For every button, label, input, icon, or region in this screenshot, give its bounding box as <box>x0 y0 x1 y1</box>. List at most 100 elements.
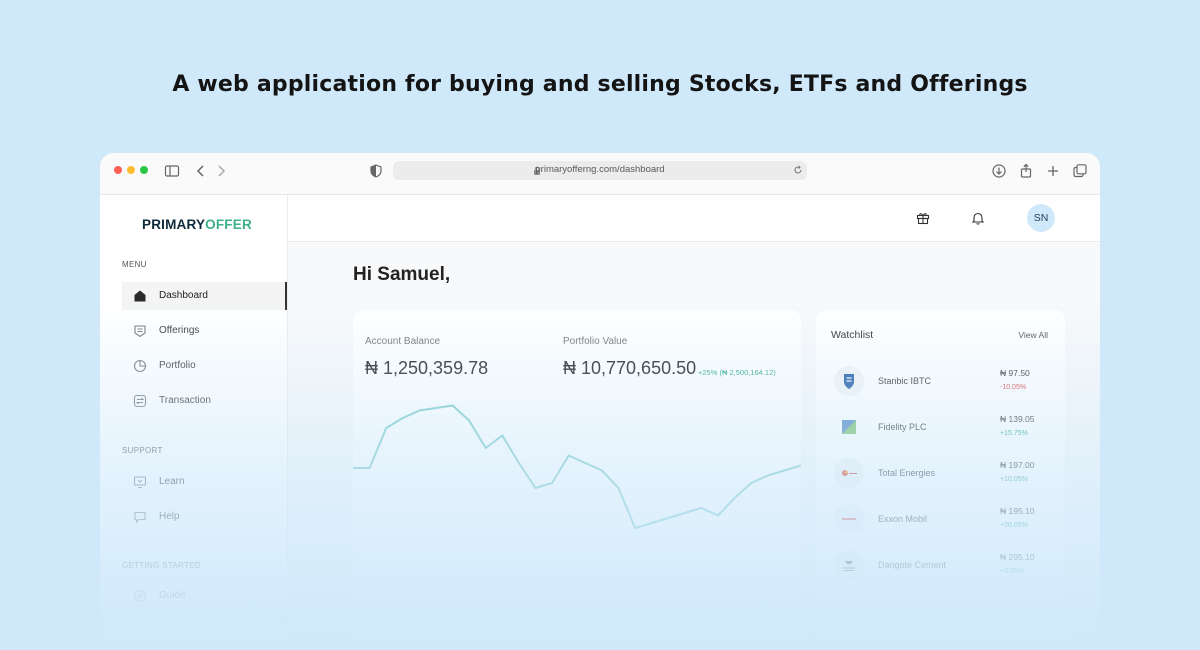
chart-point-1 <box>368 467 371 469</box>
chart-point-16 <box>617 487 620 489</box>
brand-logo[interactable]: PRIMARYOFFER <box>142 217 252 232</box>
account-balance-label: Account Balance <box>365 336 441 347</box>
portfolio-line-chart <box>353 404 801 529</box>
chart-point-18 <box>650 522 653 524</box>
back-icon[interactable] <box>193 163 209 179</box>
pie-chart-icon <box>133 359 147 373</box>
sidebar-item-learn[interactable]: Learn <box>122 468 287 496</box>
app-topbar: SN <box>288 195 1100 242</box>
sidebar-item-guide[interactable]: Guide <box>122 582 287 610</box>
new-tab-icon[interactable] <box>1045 163 1061 179</box>
chart-point-25 <box>767 474 769 477</box>
stock-price: ₦ 295.10 <box>1000 552 1035 562</box>
stanbic-logo-icon <box>834 366 864 396</box>
url-text: primaryofferng.com/dashboard <box>535 164 665 175</box>
sidebar-item-label: Learn <box>159 476 185 487</box>
bell-icon[interactable] <box>971 211 985 225</box>
watchlist-card: Watchlist View All Stanbic IBTC ₦ 97.50 … <box>816 310 1065 650</box>
sidebar-item-portfolio[interactable]: Portfolio <box>122 352 287 380</box>
chart-point-13 <box>567 454 570 457</box>
chart-point-6 <box>451 404 454 407</box>
chart-point-20 <box>684 512 686 514</box>
browser-titlebar: primaryofferng.com/dashboard <box>100 153 1100 195</box>
sidebar-item-label: Transaction <box>159 395 211 406</box>
stock-price: ₦ 195.10 <box>1000 506 1035 516</box>
dangote-cement-logo-icon <box>834 550 864 580</box>
address-bar[interactable]: primaryofferng.com/dashboard <box>393 161 807 180</box>
sidebar: PRIMARYOFFER MENU Dashboard Offerings Po… <box>100 195 288 650</box>
brand-part-1: PRIMARY <box>142 217 206 232</box>
offerings-icon <box>134 325 146 338</box>
sidebar-item-label: Portfolio <box>159 360 196 371</box>
close-window-button[interactable] <box>114 166 122 174</box>
sidebar-item-label: Dashboard <box>159 290 208 301</box>
sidebar-item-offerings[interactable]: Offerings <box>122 317 287 345</box>
chart-point-7 <box>468 419 470 422</box>
reload-icon[interactable] <box>793 165 803 175</box>
stock-change: -10.05% <box>1000 384 1027 391</box>
chart-point-24 <box>750 482 752 484</box>
portfolio-change: +25% (₦ 2,500,164.12) <box>698 368 776 377</box>
exxon-mobil-logo-icon <box>834 504 864 534</box>
support-section-label: SUPPORT <box>122 446 163 455</box>
chart-point-11 <box>534 487 537 489</box>
watchlist-row-exxon[interactable]: Exxon Mobil ₦ 195.10 +20.05% <box>816 504 1065 550</box>
avatar[interactable]: SN <box>1027 204 1055 232</box>
chart-point-5 <box>435 407 437 409</box>
home-icon <box>134 290 146 302</box>
stock-change: +3.05% <box>1000 568 1024 575</box>
chart-point-3 <box>402 417 404 419</box>
maximize-window-button[interactable] <box>140 166 148 174</box>
headline: A web application for buying and selling… <box>172 72 1028 97</box>
chart-point-21 <box>700 507 703 509</box>
sidebar-item-label: Guide <box>159 590 186 601</box>
sidebar-item-label: Offerings <box>159 325 200 336</box>
chart-point-15 <box>601 469 603 472</box>
compass-icon <box>133 589 147 603</box>
stock-change: +10.05% <box>1000 476 1028 483</box>
portfolio-series-line <box>353 404 801 529</box>
stock-name: Total Energies <box>878 468 936 478</box>
chart-point-10 <box>518 462 520 464</box>
sidebar-toggle-icon[interactable] <box>164 163 180 179</box>
getting-started-section-label: GETTING STARTED <box>122 561 201 570</box>
chart-point-8 <box>484 447 487 449</box>
chart-point-26 <box>783 469 786 472</box>
stock-name: Fidelity PLC <box>878 422 927 432</box>
chart-point-9 <box>501 434 504 437</box>
stock-name: Dangote Cement <box>878 560 947 570</box>
stock-name: Exxon Mobil <box>878 514 928 524</box>
stock-name: Stanbic IBTC <box>878 376 932 386</box>
minimize-window-button[interactable] <box>127 166 135 174</box>
view-all-link[interactable]: View All <box>1018 330 1048 340</box>
watchlist-row-stanbic[interactable]: Stanbic IBTC ₦ 97.50 -10.05% <box>816 366 1065 412</box>
brand-part-2: OFFER <box>205 217 252 232</box>
share-icon[interactable] <box>1018 163 1034 179</box>
shield-icon[interactable] <box>368 163 384 179</box>
monitor-icon <box>133 476 147 489</box>
watchlist-row-total[interactable]: Total Energies ₦ 197.00 +10.05% <box>816 458 1065 504</box>
greeting-title: Hi Samuel, <box>353 264 451 285</box>
menu-section-label: MENU <box>122 260 147 269</box>
gift-icon[interactable] <box>916 211 930 225</box>
fidelity-logo-icon <box>834 412 864 442</box>
main-content: Hi Samuel, Account Balance ₦ 1,250,359.7… <box>288 242 1100 650</box>
download-icon[interactable] <box>991 163 1007 179</box>
sidebar-item-help[interactable]: Help <box>122 503 287 531</box>
chart-point-14 <box>584 462 587 464</box>
portfolio-value: ₦ 10,770,650.50 <box>563 358 697 378</box>
sidebar-item-transaction[interactable]: Transaction <box>122 387 287 415</box>
sidebar-item-label: Help <box>159 511 180 522</box>
forward-icon[interactable] <box>213 163 229 179</box>
watchlist-row-fidelity[interactable]: Fidelity PLC ₦ 139.05 +15.75% <box>816 412 1065 458</box>
sidebar-item-dashboard[interactable]: Dashboard <box>122 282 287 310</box>
balance-card: Account Balance ₦ 1,250,359.78 Portfolio… <box>353 310 801 650</box>
chart-point-23 <box>733 497 736 499</box>
chart-point-22 <box>717 514 719 517</box>
tab-overview-icon[interactable] <box>1072 163 1088 179</box>
stock-price: ₦ 139.05 <box>1000 414 1035 424</box>
watchlist-row-dangote[interactable]: Dangote Cement ₦ 295.10 +3.05% <box>816 550 1065 596</box>
browser-window: primaryofferng.com/dashboard PRIMARYOFFE… <box>100 153 1100 650</box>
stock-change: +20.05% <box>1000 522 1028 529</box>
stock-price: ₦ 197.00 <box>1000 460 1035 470</box>
